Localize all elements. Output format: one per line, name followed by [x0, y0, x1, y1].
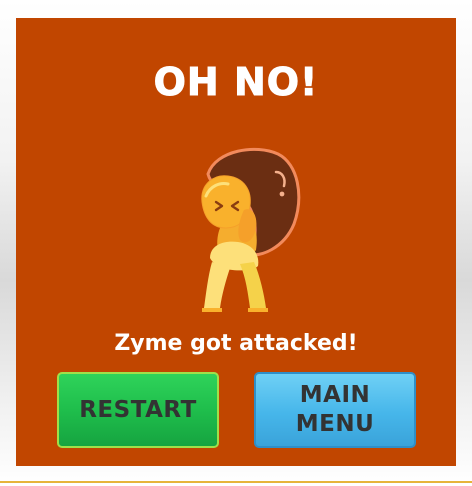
main-menu-button[interactable]: MAIN MENU	[254, 372, 416, 448]
zyme-character-carrying-boulder-icon	[201, 147, 301, 312]
restart-button[interactable]: RESTART	[57, 372, 219, 448]
attack-message: Zyme got attacked!	[114, 331, 358, 356]
bottom-divider	[0, 481, 472, 483]
restart-button-label: RESTART	[79, 396, 197, 423]
main-menu-button-label: MAIN MENU	[295, 382, 375, 437]
game-over-title: OH NO!	[153, 60, 319, 105]
